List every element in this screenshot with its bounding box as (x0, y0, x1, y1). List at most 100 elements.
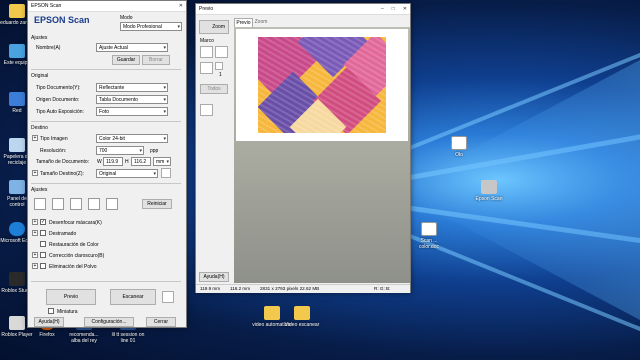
status-pixels: 2831 x 2793 pixels 22.62 MB (260, 286, 320, 291)
desktop-icon-olo[interactable]: Olo (442, 136, 476, 158)
epson-logo: EPSON Scan (34, 15, 90, 25)
status-rgb: R: G: B: (374, 286, 391, 291)
auto-locate-icon[interactable] (200, 62, 213, 74)
destino-group-label: Destino (31, 125, 48, 131)
roblox-studio-icon (9, 272, 25, 286)
configuracion-button[interactable]: Configuración... (84, 317, 134, 327)
w-label: W (97, 159, 102, 165)
todos-button[interactable]: Todos (200, 84, 228, 94)
chevron-down-icon: ▾ (166, 159, 169, 165)
file-icon (451, 136, 467, 150)
divider (31, 121, 181, 122)
escanear-button[interactable]: Escanear (110, 289, 156, 305)
chevron-down-icon: ▾ (177, 24, 180, 30)
chevron-down-icon: ▾ (163, 45, 166, 51)
scanned-image (258, 37, 386, 133)
mode-select[interactable]: Modo Profesional ▾ (120, 22, 182, 31)
auto-exposicion-select[interactable]: Foto ▾ (96, 107, 168, 116)
guardar-button[interactable]: Guardar (112, 55, 140, 65)
resolucion-select[interactable]: 700 ▾ (96, 146, 144, 155)
divider (31, 281, 181, 282)
brightness-icon[interactable] (88, 198, 100, 210)
restauracion-color-checkbox[interactable] (40, 241, 46, 247)
desktop-icon-scan-doc[interactable]: Scan ... color.doc (412, 222, 446, 250)
tipo-documento-label: Tipo Documento(Y): (36, 85, 81, 91)
miniatura-label: Miniatura (57, 309, 78, 315)
image-adjust-icon[interactable] (70, 198, 82, 210)
eliminacion-polvo-checkbox[interactable] (40, 263, 46, 269)
ppp-unit: ppp (150, 148, 159, 154)
borrar-button[interactable]: Borrar (142, 55, 170, 65)
auto-exposicion-label: Tipo Auto Exposición: (36, 109, 84, 115)
delete-marquee-icon[interactable] (215, 62, 223, 70)
original-group-label: Original (31, 73, 49, 79)
preview-window: Previo – □ ✕ Zoom Marco 1 Todos Ayuda(H)… (195, 3, 411, 293)
color-palette-icon[interactable] (106, 198, 118, 210)
marco-count: 1 (219, 72, 222, 78)
tipo-imagen-label: Tipo Imagen (40, 136, 68, 142)
reiniciar-button[interactable]: Reiniciar (142, 199, 172, 209)
tone-correction-icon[interactable] (52, 198, 64, 210)
correccion-claroscuro-checkbox[interactable] (40, 252, 46, 258)
tab-zoom[interactable]: Zoom (253, 19, 269, 27)
epson-titlebar: EPSON Scan ✕ (28, 1, 186, 12)
status-bar: 119.9 mm 116.2 mm 2831 x 2793 pixels 22.… (196, 284, 410, 293)
minimize-icon[interactable]: – (381, 6, 384, 12)
option-label: Eliminación del Polvo (49, 264, 97, 270)
option-label: Restauración de Color (49, 242, 99, 248)
expand-option-5[interactable]: + (32, 263, 38, 269)
lock-icon[interactable] (161, 168, 171, 178)
zoom-button[interactable]: Zoom (199, 20, 229, 34)
expand-option-4[interactable]: + (32, 252, 38, 258)
network-icon (9, 92, 25, 106)
histogram-adjust-icon[interactable] (34, 198, 46, 210)
desktop-icon-epson-scan[interactable]: Epson Scan (472, 180, 506, 202)
tipo-imagen-select[interactable]: Color 24-bit ▾ (96, 134, 168, 143)
destramado-checkbox[interactable] (40, 230, 46, 236)
option-label: Destramado (49, 231, 77, 237)
marco-label: Marco (200, 38, 214, 44)
miniatura-checkbox[interactable] (48, 308, 54, 314)
width-field[interactable]: 119.9 (103, 157, 123, 166)
option-label: Desenfocar máscara(K) (49, 220, 102, 226)
origen-documento-label: Origen Documento: (36, 97, 80, 103)
chevron-down-icon: ▾ (163, 136, 166, 142)
expand-tipo-imagen[interactable]: + (32, 135, 38, 141)
preview-ayuda-button[interactable]: Ayuda(H) (199, 272, 229, 282)
expand-option-2[interactable]: + (32, 230, 38, 236)
nombre-select[interactable]: Ajuste Actual ▾ (96, 43, 168, 52)
preview-titlebar: Previo – □ ✕ (196, 4, 410, 15)
tamano-destino-select[interactable]: Original ▾ (96, 169, 158, 178)
ayuda-button[interactable]: Ayuda(H) (34, 317, 64, 327)
chevron-down-icon: ▾ (163, 109, 166, 115)
desktop-icon-video-escanear[interactable]: Video escanear (282, 306, 322, 328)
expand-tamano-destino[interactable]: + (32, 170, 38, 176)
tamano-documento-label: Tamaño de Documento: (36, 159, 90, 165)
image-thumbnail-icon[interactable] (200, 104, 213, 116)
marquee-tool-icon[interactable] (200, 46, 213, 58)
close-icon[interactable]: ✕ (403, 6, 407, 12)
unit-select[interactable]: mm ▾ (153, 157, 171, 166)
desenfocar-checkbox[interactable]: ✓ (40, 219, 46, 225)
option-label: Corrección claroscuro(B) (49, 253, 105, 259)
computer-icon (9, 44, 25, 58)
height-field[interactable]: 116.2 (131, 157, 151, 166)
scanner-icon (481, 180, 497, 194)
chevron-down-icon: ▾ (163, 97, 166, 103)
folder-icon (294, 306, 310, 320)
tab-previo[interactable]: Previo (234, 18, 253, 27)
folder-icon[interactable] (162, 291, 174, 303)
tipo-documento-select[interactable]: Reflectante ▾ (96, 83, 168, 92)
mode-label: Modo (120, 15, 133, 21)
copy-marquee-icon[interactable] (215, 46, 228, 58)
status-width: 119.9 mm (200, 286, 221, 291)
preview-canvas[interactable] (234, 27, 410, 283)
previo-button[interactable]: Previo (46, 289, 96, 305)
close-icon[interactable]: ✕ (179, 3, 183, 9)
cerrar-button[interactable]: Cerrar (146, 317, 176, 327)
origen-documento-select[interactable]: Tabla Documento ▾ (96, 95, 168, 104)
divider (31, 183, 181, 184)
chevron-down-icon: ▾ (139, 148, 142, 154)
maximize-icon[interactable]: □ (392, 6, 395, 12)
expand-option-1[interactable]: + (32, 219, 38, 225)
